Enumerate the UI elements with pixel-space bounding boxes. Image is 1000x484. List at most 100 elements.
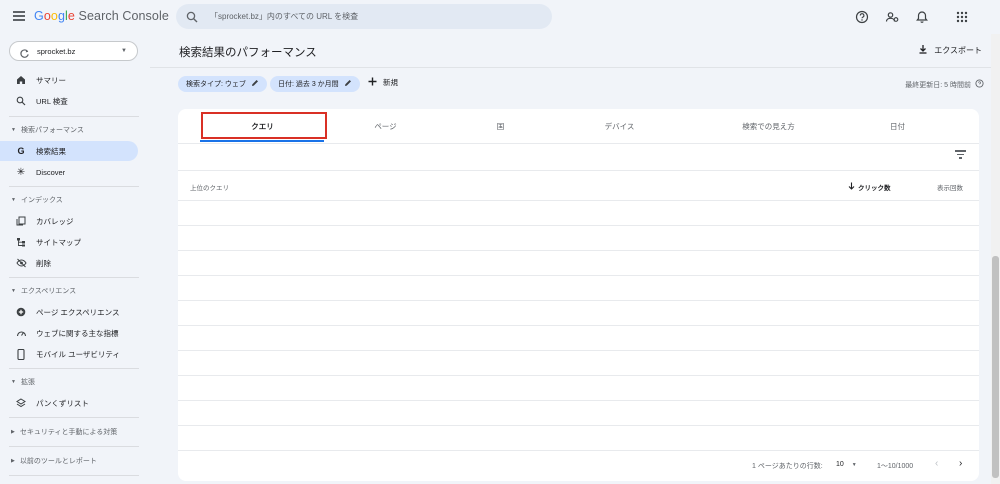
divider — [150, 67, 1000, 68]
sidebar-item-label: 検索結果 — [36, 146, 66, 156]
help-icon[interactable] — [854, 9, 870, 25]
tab-search-appearance[interactable]: 検索での見え方 — [702, 109, 835, 143]
dimension-tabs: クエリ ページ 国 デバイス 検索での見え方 日付 — [178, 109, 979, 143]
tab-country[interactable]: 国 — [434, 109, 567, 143]
scrollbar-thumb[interactable] — [992, 256, 999, 478]
table-row[interactable] — [178, 426, 979, 451]
last-updated: 最終更新日: 5 時間前 — [905, 79, 984, 90]
active-tab-indicator — [200, 140, 324, 142]
divider — [178, 143, 979, 144]
sidebar-item-label: パンくずリスト — [36, 398, 89, 408]
highlight-box — [201, 112, 327, 139]
section-security[interactable]: ▶ セキュリティと手動による対策 — [0, 424, 150, 440]
edit-icon — [344, 79, 352, 89]
download-icon — [918, 44, 928, 56]
tab-label: 日付 — [890, 121, 905, 131]
scrollbar-track[interactable] — [991, 34, 1000, 484]
sidebar-item-removals[interactable]: 削除 — [0, 253, 138, 273]
sidebar-item-summary[interactable]: サマリー — [0, 70, 138, 90]
divider — [9, 475, 139, 476]
table-row[interactable] — [178, 401, 979, 426]
plus-icon — [368, 77, 377, 88]
apps-grid-icon[interactable] — [954, 9, 970, 25]
sidebar-item-label: モバイル ユーザビリティ — [36, 349, 120, 359]
top-bar: Google Search Console — [0, 0, 1000, 34]
section-label: 拡張 — [20, 379, 35, 386]
app-logo[interactable]: Google Search Console — [34, 9, 169, 23]
tab-label: 検索での見え方 — [742, 121, 795, 131]
sidebar-item-discover[interactable]: ✳ Discover — [0, 162, 138, 182]
section-label: セキュリティと手動による対策 — [19, 429, 118, 436]
table-row[interactable] — [178, 301, 979, 326]
section-label: 以前のツールとレポート — [19, 458, 97, 465]
sidebar-item-web-vitals[interactable]: ウェブに関する主な指標 — [0, 323, 138, 343]
sitemap-icon — [15, 236, 27, 248]
table-row[interactable] — [178, 251, 979, 276]
section-label: エクスペリエンス — [20, 288, 77, 295]
divider — [9, 116, 139, 117]
google-g-icon: G — [17, 146, 25, 156]
sidebar-item-search-results[interactable]: G 検索結果 — [0, 141, 138, 161]
section-experience[interactable]: ▼ エクスペリエンス — [0, 283, 150, 299]
divider — [9, 186, 139, 187]
logo-letter: o — [43, 9, 51, 23]
next-page-icon[interactable]: › — [959, 458, 962, 469]
divider — [9, 446, 139, 447]
menu-icon[interactable] — [13, 11, 25, 21]
table-row[interactable] — [178, 376, 979, 401]
tab-date[interactable]: 日付 — [831, 109, 964, 143]
export-button[interactable]: エクスポート — [918, 44, 982, 56]
sidebar-item-label: ページ エクスペリエンス — [36, 307, 120, 317]
sidebar-item-label: Discover — [36, 167, 66, 177]
add-filter-button[interactable]: 新規 — [368, 77, 398, 88]
table-row[interactable] — [178, 276, 979, 301]
search-input[interactable] — [210, 7, 540, 26]
home-icon — [15, 74, 27, 86]
manage-users-icon[interactable] — [884, 9, 900, 25]
tab-device[interactable]: デバイス — [553, 109, 686, 143]
sidebar-item-label: サイトマップ — [36, 237, 81, 247]
sidebar-item-sitemaps[interactable]: サイトマップ — [0, 232, 138, 252]
divider — [9, 417, 139, 418]
table-row[interactable] — [178, 351, 979, 376]
refresh-icon — [19, 46, 30, 64]
url-inspect-search[interactable] — [176, 4, 552, 29]
chip-label: 検索タイプ: ウェブ — [186, 81, 246, 88]
column-header-impressions[interactable]: 表示回数 — [937, 182, 963, 192]
sidebar-item-label: ウェブに関する主な指標 — [36, 328, 119, 338]
logo-letter: o — [50, 9, 58, 23]
table-row[interactable] — [178, 201, 979, 226]
section-index[interactable]: ▼ インデックス — [0, 192, 150, 208]
table-row[interactable] — [178, 326, 979, 351]
section-legacy[interactable]: ▶ 以前のツールとレポート — [0, 453, 150, 469]
column-header-query[interactable]: 上位のクエリ — [190, 182, 229, 192]
filter-chip-date[interactable]: 日付: 過去 3 か月間 — [270, 76, 360, 92]
previous-page-icon[interactable]: ‹ — [935, 458, 938, 469]
section-label: インデックス — [20, 197, 63, 204]
column-header-clicks[interactable]: クリック数 — [848, 182, 891, 192]
filter-rows-icon[interactable] — [955, 150, 966, 161]
sidebar-item-breadcrumbs[interactable]: パンくずリスト — [0, 393, 138, 413]
tab-page[interactable]: ページ — [319, 109, 452, 143]
rows-per-page-value: 10 — [836, 461, 844, 468]
filter-chip-search-type[interactable]: 検索タイプ: ウェブ — [178, 76, 267, 92]
caret-down-icon: ▼ — [11, 379, 16, 385]
add-circle-icon — [15, 306, 27, 318]
dropdown-arrow-icon: ▼ — [851, 462, 857, 468]
property-selector[interactable]: sprocket.bz ▼ — [9, 41, 138, 61]
notifications-icon[interactable] — [914, 9, 930, 25]
table-row[interactable] — [178, 226, 979, 251]
visibility-off-icon — [15, 257, 27, 269]
rows-per-page-select[interactable]: 10 ▼ — [836, 461, 857, 468]
sidebar-item-mobile-usability[interactable]: モバイル ユーザビリティ — [0, 344, 138, 364]
section-performance[interactable]: ▼ 検索パフォーマンス — [0, 122, 150, 138]
logo-letter: g — [57, 9, 66, 23]
sidebar-item-page-experience[interactable]: ページ エクスペリエンス — [0, 302, 138, 322]
layers-icon — [15, 397, 27, 409]
help-icon[interactable] — [975, 79, 984, 90]
sidebar-item-url-inspection[interactable]: URL 検査 — [0, 91, 138, 111]
logo-letter: G — [34, 9, 44, 23]
section-enhancements[interactable]: ▼ 拡張 — [0, 374, 150, 390]
sidebar-item-label: 削除 — [36, 258, 51, 268]
sidebar-item-coverage[interactable]: カバレッジ — [0, 211, 138, 231]
